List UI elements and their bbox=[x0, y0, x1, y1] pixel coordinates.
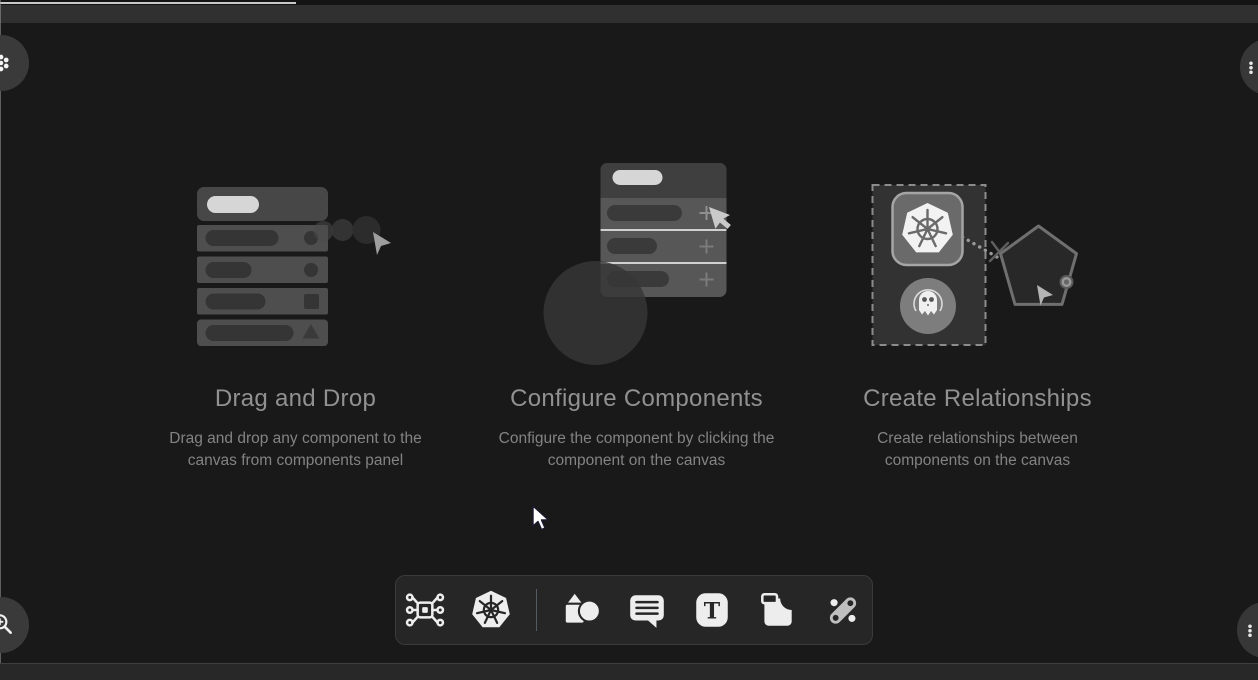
top-bar bbox=[0, 5, 1258, 23]
step-description: Configure the component by clicking the … bbox=[493, 428, 781, 472]
drag-and-drop-illustration bbox=[125, 155, 466, 367]
onboarding-step-configure-components: Configure Components Configure the compo… bbox=[466, 155, 807, 472]
create-relationships-illustration bbox=[807, 155, 1148, 367]
configure-components-illustration bbox=[466, 155, 807, 367]
left-edge-line bbox=[0, 0, 1, 680]
dock-comment-button[interactable] bbox=[626, 587, 668, 633]
tool-dock: T bbox=[395, 575, 873, 645]
flower-icon bbox=[0, 50, 14, 76]
components-panel-illustration bbox=[176, 177, 416, 347]
shapes-icon bbox=[560, 589, 602, 631]
design-canvas-app: { "onboarding": { "steps": [ { "title": … bbox=[0, 0, 1258, 680]
svg-text:T: T bbox=[704, 598, 721, 624]
relationships-illustration bbox=[866, 173, 1090, 351]
step-description: Create relationships between components … bbox=[834, 428, 1122, 472]
partial-hidden-icon bbox=[1242, 58, 1258, 76]
dock-divider bbox=[536, 589, 537, 631]
drag-cursor-arrow bbox=[373, 232, 391, 255]
step-title: Drag and Drop bbox=[215, 385, 376, 413]
mouse-cursor bbox=[531, 504, 553, 532]
top-left-fab[interactable] bbox=[0, 35, 29, 91]
dock-kubernetes-button[interactable] bbox=[469, 587, 513, 633]
bottom-left-fab[interactable] bbox=[0, 597, 29, 653]
onboarding-step-drag-and-drop: Drag and Drop Drag and drop any componen… bbox=[125, 155, 466, 472]
step-description: Drag and drop any component to the canva… bbox=[152, 428, 440, 472]
dock-save-design-button[interactable] bbox=[756, 587, 798, 633]
step-title: Configure Components bbox=[510, 385, 763, 413]
bottom-status-bar bbox=[0, 663, 1258, 680]
progress-line bbox=[0, 2, 296, 4]
zoom-in-icon bbox=[0, 611, 15, 637]
comment-icon bbox=[626, 589, 668, 631]
configure-panel-illustration bbox=[537, 155, 737, 369]
step-title: Create Relationships bbox=[863, 385, 1092, 413]
components-icon bbox=[404, 589, 446, 631]
partial-hidden-icon bbox=[1241, 621, 1258, 639]
dock-text-tool-button[interactable]: T bbox=[691, 587, 733, 633]
save-design-icon bbox=[756, 589, 798, 631]
text-tool-icon: T bbox=[691, 589, 733, 631]
onboarding-hints: Drag and Drop Drag and drop any componen… bbox=[125, 155, 1148, 472]
dock-shapes-button[interactable] bbox=[560, 587, 602, 633]
onboarding-step-create-relationships: Create Relationships Create relationship… bbox=[807, 155, 1148, 472]
relationship-link-icon bbox=[822, 589, 864, 631]
top-right-fab[interactable] bbox=[1240, 39, 1258, 95]
bottom-right-fab[interactable] bbox=[1237, 602, 1258, 658]
dock-components-button[interactable] bbox=[404, 587, 446, 633]
kubernetes-icon bbox=[469, 588, 513, 632]
dock-relationship-button[interactable] bbox=[822, 587, 864, 633]
